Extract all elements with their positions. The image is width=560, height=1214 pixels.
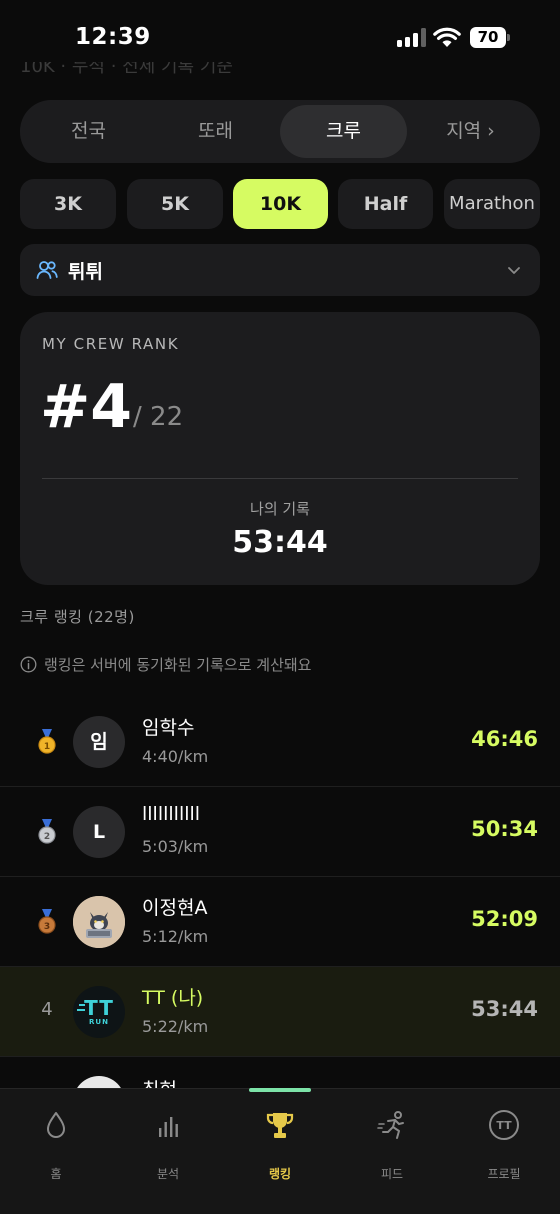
- chevron-down-icon: [508, 267, 520, 274]
- svg-text:TT: TT: [496, 1119, 512, 1132]
- scope-segmented-control: 전국 또래 크루 지역 ›: [20, 100, 540, 163]
- runner-name: TT (나): [142, 987, 204, 1009]
- runner-time: 52:09: [471, 907, 538, 931]
- tab-profile[interactable]: TT 프로필: [454, 1109, 554, 1181]
- scope-tab-national[interactable]: 전국: [25, 105, 152, 158]
- active-tab-indicator: [249, 1088, 311, 1092]
- runner-pace: 5:22/km: [142, 1017, 209, 1036]
- distance-chip-half[interactable]: Half: [338, 179, 433, 229]
- bronze-medal-icon: 3: [38, 909, 56, 934]
- ranking-row-me[interactable]: 4 TT RUN TT (나) 5:22/km 53:44: [0, 967, 560, 1057]
- distance-chip-marathon[interactable]: Marathon: [444, 179, 540, 229]
- tab-label: 피드: [380, 1167, 404, 1181]
- chart-icon: [159, 1117, 178, 1137]
- scope-tab-crew[interactable]: 크루: [280, 105, 407, 158]
- tab-ranking[interactable]: 랭킹: [230, 1109, 330, 1181]
- tab-label: 프로필: [487, 1167, 521, 1181]
- my-record-label: 나의 기록: [250, 500, 310, 518]
- info-icon: [20, 656, 37, 673]
- distance-chip-5k[interactable]: 5K: [127, 179, 223, 229]
- rank-total: / 22: [133, 402, 184, 432]
- runner-icon: [377, 1111, 404, 1139]
- avatar-logo-text: TT: [84, 996, 114, 1020]
- trophy-icon: [266, 1113, 294, 1138]
- tab-label: 분석: [156, 1167, 180, 1181]
- ranking-info-text: 랭킹은 서버에 동기화된 기록으로 계산돼요: [44, 656, 312, 674]
- runner-time: 50:34: [471, 817, 538, 841]
- drop-icon: [47, 1112, 65, 1138]
- avatar: 임: [73, 716, 125, 768]
- tab-feed[interactable]: 피드: [342, 1109, 442, 1181]
- runner-pace: 4:40/km: [142, 747, 209, 766]
- status-time: 12:39: [75, 24, 151, 50]
- crew-ranking-title: 크루 랭킹 (22명): [20, 608, 135, 626]
- svg-text:2: 2: [44, 832, 50, 842]
- tab-home[interactable]: 홈: [6, 1109, 106, 1181]
- crew-selector[interactable]: 튀튀: [20, 244, 540, 296]
- svg-text:3: 3: [44, 922, 50, 932]
- people-icon: [36, 261, 58, 279]
- distance-chip-10k[interactable]: 10K: [233, 179, 328, 229]
- divider: [42, 478, 518, 479]
- gold-medal-icon: 1: [38, 729, 56, 754]
- avatar: L: [73, 806, 125, 858]
- cat-photo-icon: [73, 896, 125, 948]
- ranking-row[interactable]: 1 임 임학수 4:40/km 46:46: [0, 697, 560, 787]
- profile-badge-icon: TT: [489, 1110, 519, 1140]
- scrolled-header-text: 10K · 누적 · 전체 기록 기준: [20, 62, 233, 76]
- ranking-row[interactable]: 2 L lllllllllll 5:03/km 50:34: [0, 787, 560, 877]
- my-record-value: 53:44: [232, 525, 328, 560]
- scope-tab-age-group[interactable]: 또래: [152, 105, 279, 158]
- runner-time: 53:44: [471, 997, 538, 1021]
- battery-icon: 70: [470, 27, 510, 48]
- battery-level: 70: [470, 27, 506, 48]
- tab-analysis[interactable]: 분석: [118, 1109, 218, 1181]
- silver-medal-icon: 2: [38, 819, 56, 844]
- runner-pace: 5:12/km: [142, 927, 209, 946]
- avatar-logo-subtext: RUN: [89, 1018, 109, 1026]
- distance-chip-3k[interactable]: 3K: [20, 179, 116, 229]
- tab-label: 랭킹: [268, 1167, 292, 1181]
- scope-tab-region[interactable]: 지역 ›: [407, 105, 534, 158]
- runner-name: 임학수: [142, 717, 195, 739]
- ranking-row[interactable]: 3 이정현A 5:12/km 52:09: [0, 877, 560, 967]
- wifi-icon: [433, 27, 461, 47]
- tab-label: 홈: [50, 1167, 62, 1181]
- rank-card-label: MY CREW RANK: [42, 335, 180, 353]
- runner-time: 46:46: [471, 727, 538, 751]
- avatar-photo: [73, 896, 125, 948]
- avatar: TT RUN: [73, 986, 125, 1038]
- rank-position: 4: [41, 999, 53, 1020]
- crew-selector-value: 튀튀: [68, 261, 103, 283]
- svg-text:1: 1: [44, 742, 50, 752]
- runner-name: 이정현A: [142, 897, 208, 919]
- my-crew-rank-card: MY CREW RANK #4 / 22 나의 기록 53:44: [20, 312, 540, 585]
- cellular-signal-icon: [397, 28, 427, 47]
- runner-pace: 5:03/km: [142, 837, 209, 856]
- bottom-tab-bar: 홈 분석 랭킹 피드 TT 프로필: [0, 1088, 560, 1214]
- my-rank-number: #4: [40, 372, 133, 442]
- runner-name: lllllllllll: [142, 803, 201, 825]
